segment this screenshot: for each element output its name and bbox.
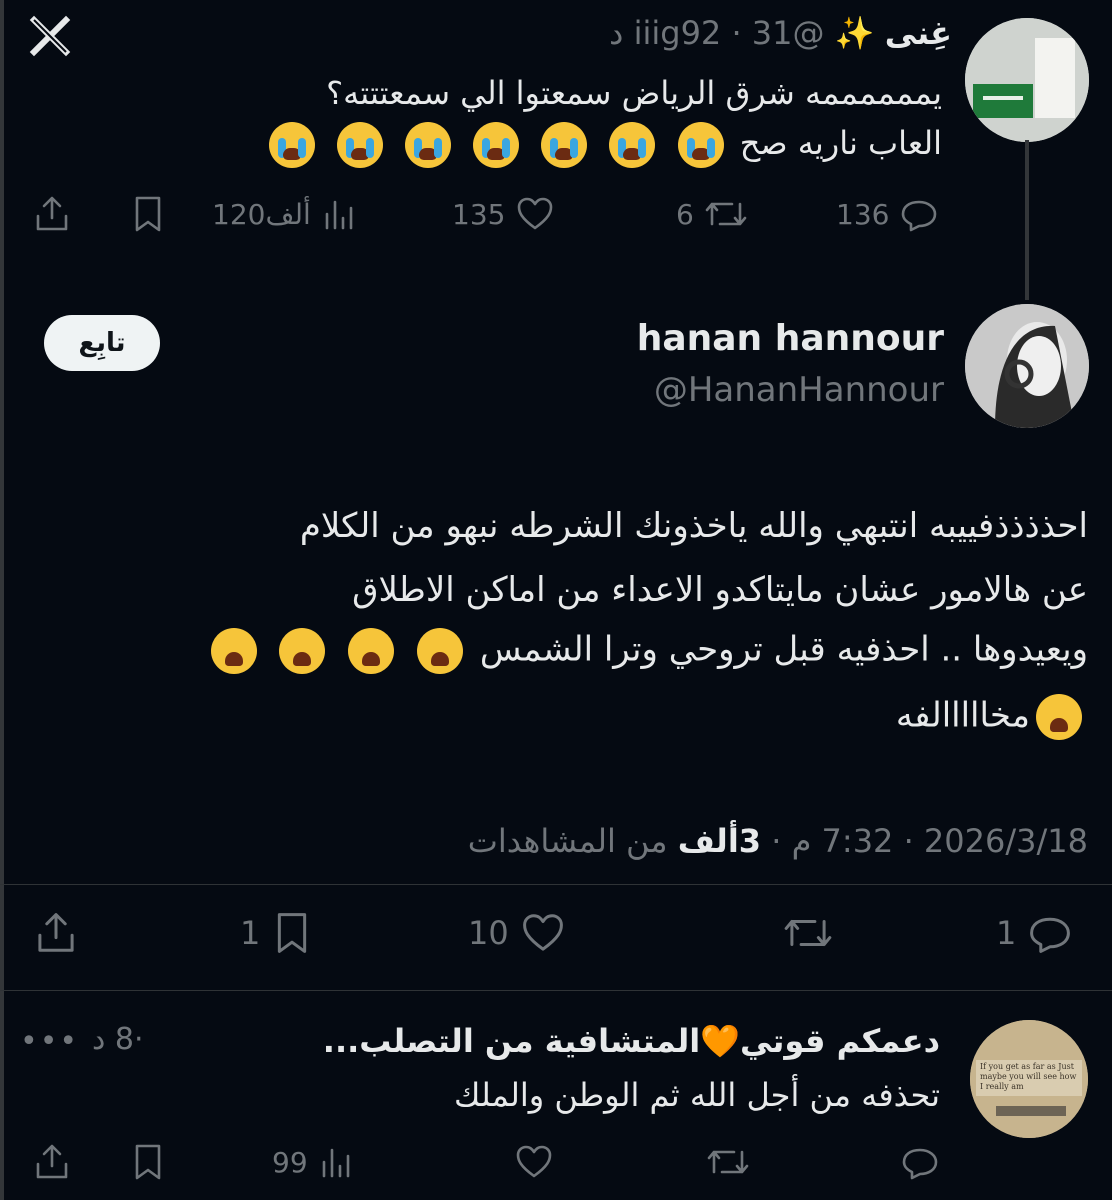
reply-button[interactable] <box>900 1142 940 1182</box>
tweet-text-line: احذذذذفييبه انتبهي والله ياخذونك الشرطه … <box>299 506 1088 546</box>
bookmark-button[interactable]: 1 <box>240 910 314 956</box>
views-count: 3ألف <box>677 822 762 860</box>
retweet-button[interactable] <box>782 910 834 956</box>
bookmark-icon <box>135 1144 161 1180</box>
avatar-caption: If you get as far as Just maybe you will… <box>980 1062 1077 1091</box>
thread-line <box>1025 140 1029 300</box>
tweet-text-line: عن هالامور عشان مايتاكدو الاعداء من اماك… <box>352 570 1088 610</box>
tweet-time[interactable]: ·8 د <box>92 1022 144 1057</box>
bookmark-button[interactable] <box>130 1142 166 1182</box>
crying-face-icon <box>268 122 315 168</box>
tweet-header: غِنى ✨ @iiig92 · 31 د <box>609 14 952 52</box>
tweet-text-line: يممممممه شرق الرياض سمعتوا الي سمعتتته؟ <box>326 74 942 112</box>
retweet-icon <box>705 202 747 226</box>
weary-face-icon <box>348 628 395 674</box>
reply-button[interactable]: 1 <box>996 910 1074 956</box>
user-name[interactable]: دعمكم قوتي🧡المتشافية من التصلب... <box>323 1022 940 1060</box>
weary-face-icon <box>210 628 257 674</box>
crying-face-icon <box>473 122 520 168</box>
like-icon <box>516 1145 552 1178</box>
like-button[interactable] <box>514 1142 554 1182</box>
tweet-header: دعمكم قوتي🧡المتشافية من التصلب... <box>323 1022 940 1060</box>
share-icon <box>36 196 68 231</box>
retweet-button[interactable] <box>706 1142 750 1182</box>
avatar[interactable] <box>965 304 1089 428</box>
share-button[interactable] <box>32 194 72 234</box>
divider <box>0 884 1112 885</box>
tweet-text-line: مخااااالفه <box>896 694 1088 740</box>
tweet-text: تحذفه من أجل الله ثم الوطن والملك <box>454 1076 940 1114</box>
crying-face-icon <box>336 122 383 168</box>
avatar[interactable] <box>965 18 1089 142</box>
views-icon <box>322 1148 349 1178</box>
reply-icon <box>902 200 937 232</box>
weary-face-icon <box>279 628 326 674</box>
follow-button[interactable]: تابِع <box>44 315 160 371</box>
more-icon[interactable]: ••• <box>20 1024 79 1059</box>
views-icon <box>325 200 353 230</box>
like-icon <box>518 197 553 230</box>
views-button[interactable]: 120ألف <box>212 194 357 234</box>
tweet-text-line: ويعيدوها .. احذفيه قبل تروحي وترا الشمس <box>205 628 1088 674</box>
divider <box>0 990 1112 991</box>
like-button[interactable]: 10 <box>468 910 567 956</box>
like-icon <box>522 914 563 951</box>
tweet-meta: 2026/3/18 · 7:32 م · 3ألف من المشاهدات <box>467 822 1088 860</box>
crying-face-icon <box>404 122 451 168</box>
crying-face-icon <box>541 122 588 168</box>
x-logo-icon[interactable] <box>28 14 72 58</box>
reply-button[interactable]: 136 <box>836 194 939 234</box>
bookmark-button[interactable] <box>130 194 166 234</box>
crying-face-icon <box>609 122 656 168</box>
weary-face-icon <box>1036 694 1082 740</box>
retweet-button[interactable]: 6 <box>676 194 748 234</box>
tweet-text-line: العاب ناريه صح <box>263 122 942 168</box>
share-icon <box>38 913 74 952</box>
tweet-date[interactable]: 2026/3/18 <box>924 822 1088 860</box>
tweet-time[interactable]: 7:32 م <box>792 822 894 860</box>
user-name[interactable]: غِنى <box>885 14 952 52</box>
avatar[interactable]: If you get as far as Just maybe you will… <box>970 1020 1088 1138</box>
weary-face-icon <box>417 628 464 674</box>
views-button[interactable]: 99 <box>272 1142 354 1182</box>
share-button[interactable] <box>32 1142 72 1182</box>
reply-icon <box>1030 917 1071 953</box>
retweet-icon <box>707 1150 749 1174</box>
like-button[interactable]: 135 <box>452 194 555 234</box>
crying-face-icon <box>677 122 724 168</box>
views-label: من المشاهدات <box>467 822 668 860</box>
bookmark-icon <box>278 913 307 953</box>
sparkles-icon: ✨ <box>834 14 875 52</box>
thread-edge <box>0 0 4 1200</box>
share-icon <box>36 1144 68 1179</box>
user-handle[interactable]: @HananHannour <box>654 370 944 410</box>
share-button[interactable] <box>32 910 80 956</box>
reply-icon <box>902 1148 938 1180</box>
bookmark-icon <box>135 196 161 232</box>
retweet-icon <box>784 920 832 946</box>
user-name[interactable]: hanan hannour <box>637 318 944 359</box>
user-handle[interactable]: @iiig92 <box>634 14 825 52</box>
